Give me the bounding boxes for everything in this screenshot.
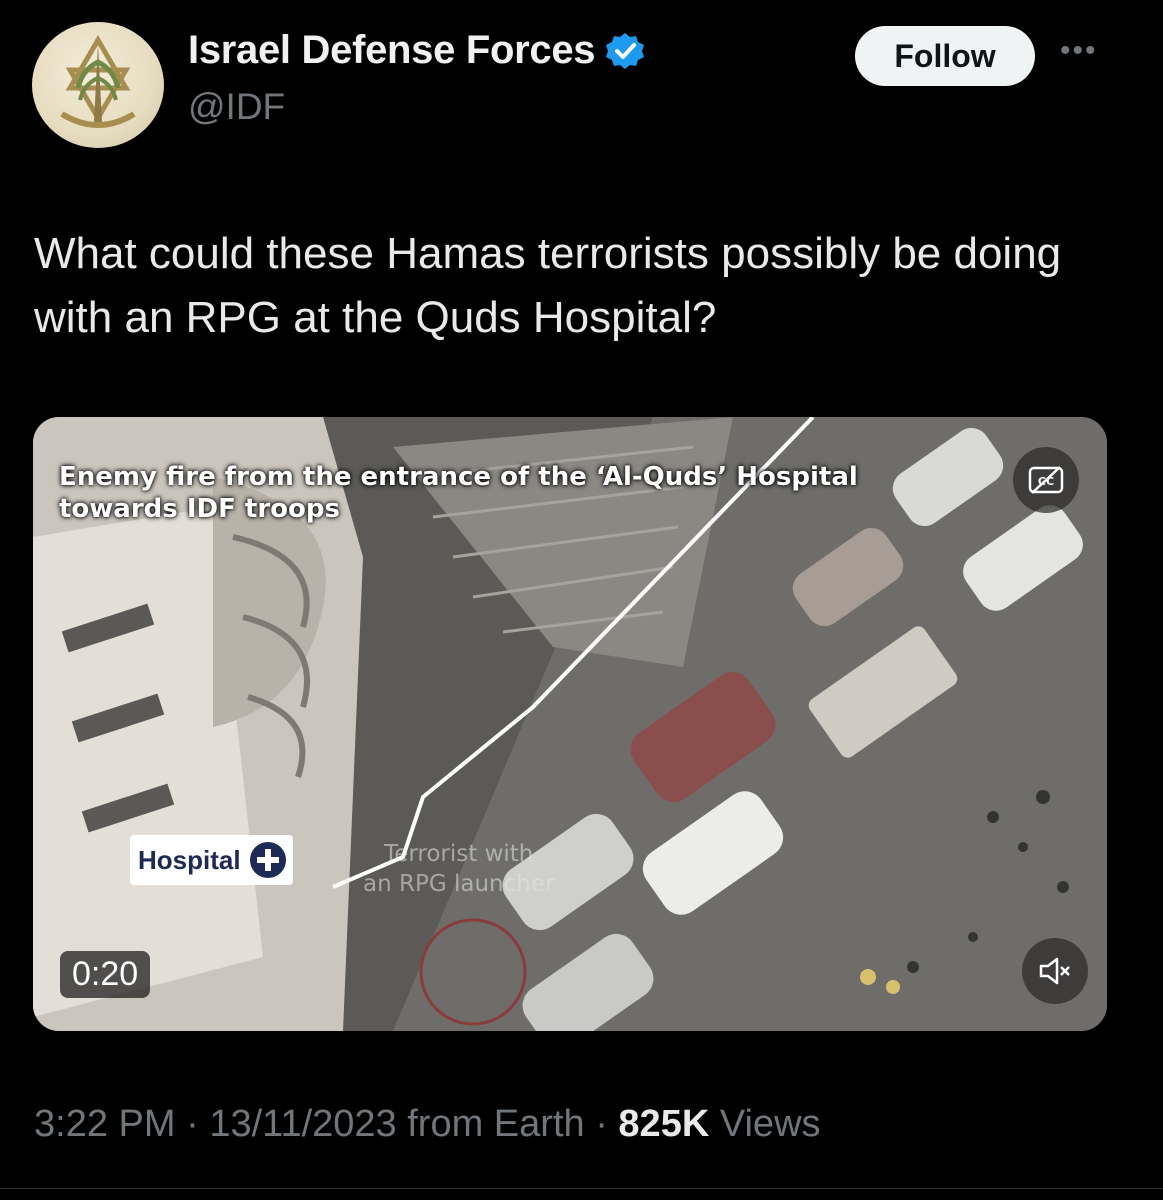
hospital-label: Hospital <box>130 835 293 885</box>
meta-separator: · <box>175 1103 210 1145</box>
video-caption-line1: Enemy fire from the entrance of the ‘Al-… <box>59 462 858 492</box>
author-handle[interactable]: @IDF <box>188 86 285 128</box>
tweet-text: What could these Hamas terrorists possib… <box>34 229 1062 342</box>
closed-captions-button[interactable]: CC <box>1013 447 1079 513</box>
more-options-icon[interactable]: ••• <box>1060 34 1098 68</box>
rpg-label-line1: Terrorist with <box>384 841 534 867</box>
author-name-row: Israel Defense Forces <box>188 28 645 73</box>
idf-emblem-icon <box>60 35 136 128</box>
muted-speaker-icon <box>1039 957 1070 985</box>
medical-cross-icon <box>249 842 286 878</box>
tweet-time[interactable]: 3:22 PM <box>34 1103 176 1145</box>
divider <box>0 1188 1163 1189</box>
tweet-source: from Earth <box>407 1103 585 1145</box>
video-caption: Enemy fire from the entrance of the ‘Al-… <box>59 461 858 525</box>
avatar[interactable] <box>32 22 164 148</box>
views-label: Views <box>719 1103 821 1145</box>
tweet-date[interactable]: 13/11/2023 <box>209 1103 396 1145</box>
tweet-meta: 3:22 PM · 13/11/2023 from Earth · 825K V… <box>34 1103 821 1146</box>
rpg-label: Terrorist with an RPG launcher <box>363 839 554 899</box>
rpg-label-line2: an RPG launcher <box>363 871 555 897</box>
verified-badge-icon <box>606 32 645 69</box>
follow-button[interactable]: Follow <box>855 26 1035 86</box>
hospital-label-text: Hospital <box>138 844 241 875</box>
closed-captions-off-icon: CC <box>1028 466 1064 494</box>
video-duration: 0:20 <box>60 951 151 998</box>
mute-button[interactable] <box>1022 938 1088 1004</box>
meta-separator: · <box>584 1103 619 1145</box>
author-name[interactable]: Israel Defense Forces <box>188 28 596 73</box>
video-player[interactable]: Enemy fire from the entrance of the ‘Al-… <box>33 417 1107 1031</box>
video-caption-line2: towards IDF troops <box>59 494 340 524</box>
views-count[interactable]: 825K <box>618 1103 709 1145</box>
